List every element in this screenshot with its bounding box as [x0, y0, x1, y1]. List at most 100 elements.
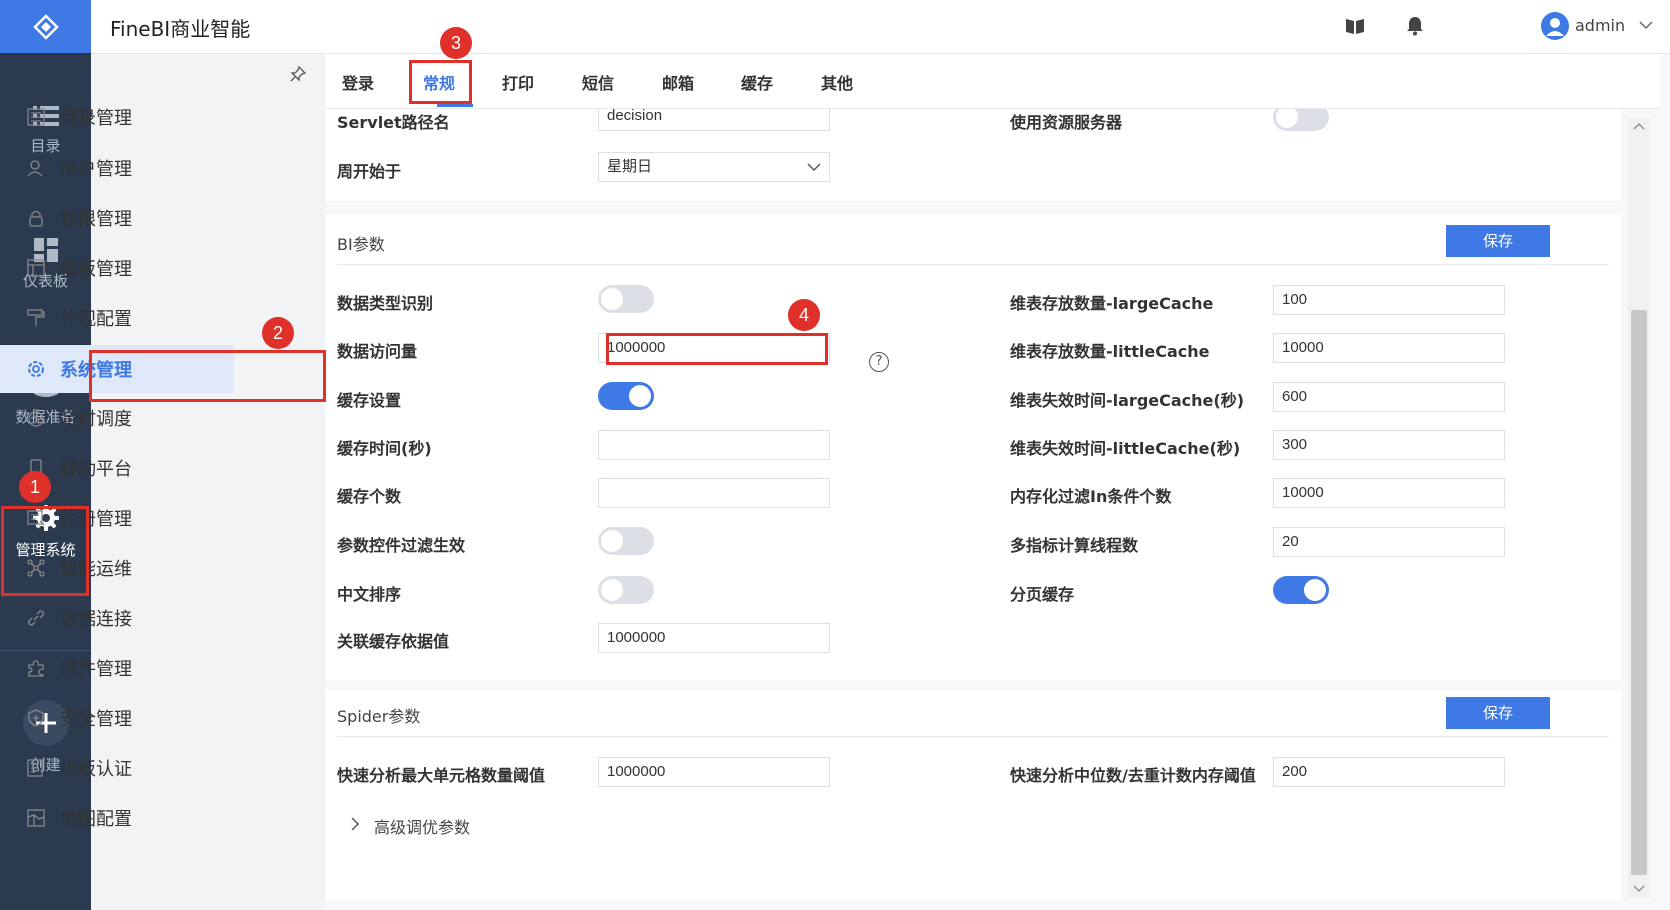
large-expire-input[interactable]: 600	[1273, 382, 1505, 412]
sidebar-item-appearance[interactable]: 外观配置	[0, 294, 234, 342]
link-icon	[26, 608, 46, 628]
multi-thread-input[interactable]: 20	[1273, 527, 1505, 557]
tab-email[interactable]: 邮箱	[662, 70, 694, 94]
spider-params-panel	[325, 690, 1621, 900]
active-tab-indicator	[437, 104, 473, 107]
servlet-input[interactable]: decision	[598, 109, 830, 131]
bi-params-title: BI参数	[337, 235, 385, 254]
settings-icon	[26, 359, 46, 379]
chinese-sort-label: 中文排序	[337, 585, 402, 604]
certificate-icon	[26, 758, 46, 778]
book-icon[interactable]	[1345, 16, 1365, 36]
step-badge-4: 4	[788, 299, 820, 331]
param-filter-label: 参数控件过滤生效	[337, 536, 466, 555]
resource-server-label: 使用资源服务器	[1010, 113, 1123, 132]
map-icon	[26, 808, 46, 828]
little-expire-input[interactable]: 300	[1273, 430, 1505, 460]
step-badge-2: 2	[262, 317, 294, 349]
highlight-box-access	[606, 333, 828, 365]
chinese-sort-toggle[interactable]	[598, 576, 654, 604]
scrollbar-thumb[interactable]	[1631, 310, 1647, 875]
sidebar-item-label: 目录管理	[60, 108, 132, 129]
resource-server-toggle[interactable]	[1273, 109, 1329, 131]
bell-icon[interactable]	[1406, 16, 1424, 36]
in-filter-input[interactable]: 10000	[1273, 478, 1505, 508]
cache-count-label: 缓存个数	[337, 487, 402, 506]
bi-save-button[interactable]: 保存	[1446, 225, 1550, 257]
cache-count-input[interactable]	[598, 478, 830, 508]
avatar[interactable]	[1541, 12, 1569, 40]
logo-icon	[32, 13, 59, 40]
step-badge-1: 1	[19, 471, 51, 503]
large-expire-label: 维表失效时间-largeCache(秒)	[1010, 391, 1245, 410]
chevron-right-icon[interactable]	[350, 817, 360, 831]
page-cache-label: 分页缓存	[1010, 585, 1075, 604]
tab-cache[interactable]: 缓存	[741, 70, 773, 94]
pin-icon[interactable]	[290, 66, 306, 82]
catalog-icon	[26, 107, 46, 127]
highlight-box-admin	[1, 506, 89, 596]
spider-params-title: Spider参数	[337, 707, 421, 726]
cache-setting-toggle[interactable]	[598, 382, 654, 410]
assoc-cache-input[interactable]: 1000000	[598, 623, 830, 653]
data-type-label: 数据类型识别	[337, 294, 434, 313]
sidebar-item-permissions[interactable]: 权限管理	[0, 194, 234, 242]
max-cell-input[interactable]: 1000000	[598, 757, 830, 787]
sidebar-item-label: 用户管理	[60, 159, 132, 180]
puzzle-icon	[26, 658, 46, 678]
little-cache-input[interactable]: 10000	[1273, 333, 1505, 363]
sidebar-item-plugins[interactable]: 插件管理	[0, 644, 234, 692]
median-input[interactable]: 200	[1273, 757, 1505, 787]
data-type-toggle[interactable]	[598, 285, 654, 313]
sidebar-item-connections[interactable]: 数据连接	[0, 594, 234, 642]
help-icon[interactable]: ?	[869, 352, 889, 372]
spider-save-button[interactable]: 保存	[1446, 697, 1550, 729]
user-icon	[1546, 18, 1564, 36]
shield-icon	[26, 708, 46, 728]
sidebar-item-users[interactable]: 用户管理	[0, 144, 234, 192]
scroll-up-icon[interactable]	[1633, 122, 1645, 130]
step-badge-3: 3	[440, 27, 472, 59]
tab-sms[interactable]: 短信	[582, 70, 614, 94]
finebi-logo[interactable]	[0, 0, 91, 53]
servlet-label: Servlet路径名	[337, 113, 450, 132]
week-start-label: 周开始于	[337, 162, 402, 181]
sidebar-item-label: 权限管理	[60, 209, 132, 230]
section-divider	[337, 264, 1609, 265]
page-cache-toggle[interactable]	[1273, 576, 1329, 604]
median-label: 快速分析中位数/去重计数内存阈值	[1010, 766, 1256, 785]
cache-time-label: 缓存时间(秒)	[337, 439, 432, 458]
template-icon	[26, 258, 46, 278]
user-name[interactable]: admin	[1575, 16, 1625, 35]
assoc-cache-label: 关联缓存依据值	[337, 632, 450, 651]
access-label: 数据访问量	[337, 342, 418, 361]
top-header: FineBI商业智能 admin	[91, 0, 1670, 54]
app-title: FineBI商业智能	[110, 17, 251, 41]
chevron-down-icon	[807, 163, 821, 172]
scroll-down-icon[interactable]	[1633, 885, 1645, 893]
sidebar-item-label: 插件管理	[60, 659, 132, 680]
cache-time-input[interactable]	[598, 430, 830, 460]
large-cache-input[interactable]: 100	[1273, 285, 1505, 315]
tab-print[interactable]: 打印	[502, 70, 534, 94]
sidebar-item-label: 地图配置	[60, 809, 132, 830]
highlight-box-system	[89, 350, 326, 402]
little-expire-label: 维表失效时间-littleCache(秒)	[1010, 439, 1241, 458]
sidebar-item-certification[interactable]: 模板认证	[0, 744, 234, 792]
chevron-down-icon[interactable]	[1639, 20, 1653, 30]
advanced-params-toggle[interactable]: 高级调优参数	[374, 814, 470, 838]
tab-other[interactable]: 其他	[821, 70, 853, 94]
section-divider	[337, 736, 1609, 737]
week-start-select[interactable]: 星期日	[598, 152, 830, 182]
tab-login[interactable]: 登录	[342, 70, 374, 94]
timer-icon	[26, 408, 46, 428]
sidebar-item-templates[interactable]: 模板管理	[0, 244, 234, 292]
user-icon	[26, 158, 46, 178]
param-filter-toggle[interactable]	[598, 527, 654, 555]
sidebar-item-map[interactable]: 地图配置	[0, 794, 234, 842]
sidebar-item-catalog[interactable]: 目录管理	[0, 93, 234, 141]
settings-tabs: 登录 常规 打印 短信 邮箱 缓存 其他	[325, 54, 1660, 109]
sidebar-item-security[interactable]: 安全管理	[0, 694, 234, 742]
week-start-value: 星期日	[607, 158, 653, 175]
paint-roller-icon	[26, 308, 46, 328]
